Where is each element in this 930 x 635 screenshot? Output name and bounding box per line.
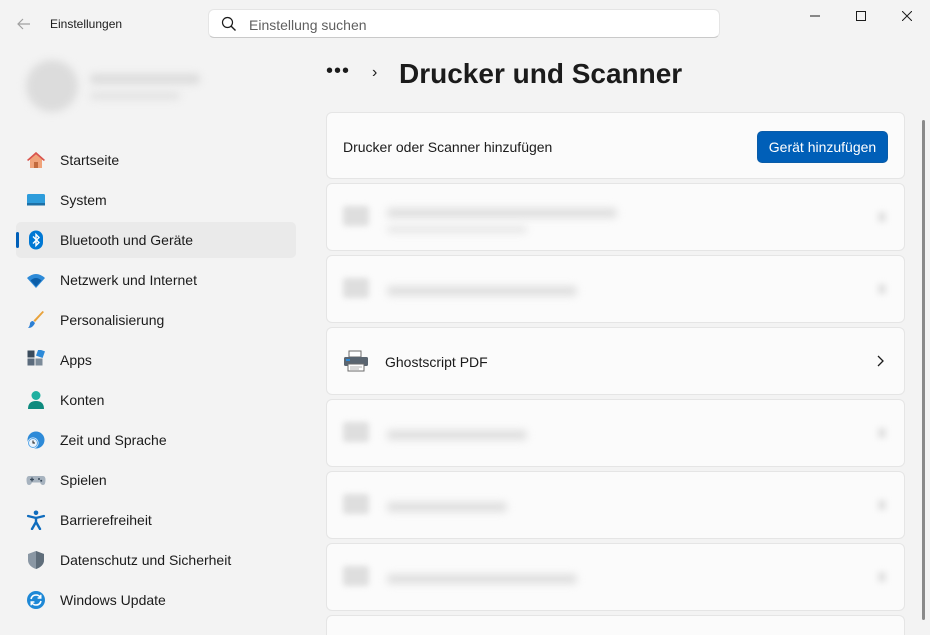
redacted-text	[387, 226, 527, 233]
minimize-icon	[810, 15, 820, 17]
add-device-button[interactable]: Gerät hinzufügen	[757, 131, 888, 163]
sidebar-item-apps[interactable]: Apps	[16, 342, 296, 378]
title-bar: Einstellungen	[0, 0, 930, 48]
home-icon	[27, 152, 45, 168]
sidebar-item-label: Personalisierung	[60, 312, 165, 328]
user-email-redacted	[90, 92, 180, 100]
arrow-left-icon	[17, 18, 30, 30]
printer-icon	[343, 278, 369, 298]
sidebar-item-label: Spielen	[60, 472, 107, 488]
sidebar-item-label: Windows Update	[60, 592, 166, 608]
apps-icon	[27, 350, 45, 366]
back-button[interactable]	[12, 12, 36, 36]
redacted-text	[387, 286, 577, 296]
update-icon	[27, 591, 45, 609]
sidebar-item-label: Zeit und Sprache	[60, 432, 167, 448]
bluetooth-icon	[29, 230, 43, 250]
chevron-right-icon	[878, 572, 886, 582]
redacted-text	[387, 430, 527, 440]
add-device-card: Drucker oder Scanner hinzufügen Gerät hi…	[326, 112, 905, 179]
chevron-right-icon	[878, 212, 886, 222]
search-input[interactable]	[247, 14, 711, 36]
sidebar-item-startseite[interactable]: Startseite	[16, 142, 296, 178]
sidebar-item-label: Apps	[60, 352, 92, 368]
sidebar-item-label: Barrierefreiheit	[60, 512, 152, 528]
device-row-redacted[interactable]	[326, 255, 905, 323]
device-row-redacted[interactable]	[326, 543, 905, 611]
search-icon	[221, 16, 236, 31]
brush-icon	[28, 311, 44, 328]
sidebar-item-label: System	[60, 192, 107, 208]
device-row-redacted[interactable]	[326, 183, 905, 251]
printer-icon	[343, 206, 369, 226]
redacted-text	[387, 574, 577, 584]
sidebar-item-label: Datenschutz und Sicherheit	[60, 552, 232, 568]
clock-globe-icon	[27, 431, 45, 449]
chevron-right-icon	[878, 284, 886, 294]
close-button[interactable]	[884, 0, 930, 32]
sidebar-item-system[interactable]: System	[16, 182, 296, 218]
monitor-icon	[27, 194, 45, 206]
chevron-right-icon	[878, 500, 886, 510]
sidebar-nav: Startseite System Bluetooth und Geräte N…	[16, 142, 296, 622]
add-device-label: Drucker oder Scanner hinzufügen	[343, 139, 553, 155]
search-box[interactable]	[208, 9, 720, 38]
sidebar-item-label: Bluetooth und Geräte	[60, 232, 194, 248]
maximize-button[interactable]	[838, 0, 884, 32]
maximize-icon	[856, 11, 866, 21]
breadcrumb-overflow-button[interactable]: •••	[326, 60, 350, 83]
close-icon	[902, 11, 912, 21]
sidebar-item-barrierefreiheit[interactable]: Barrierefreiheit	[16, 502, 296, 538]
printer-icon	[343, 566, 369, 586]
breadcrumb: ••• › Drucker und Scanner	[326, 56, 906, 96]
user-name-redacted	[90, 74, 200, 84]
device-row-ghostscript-pdf[interactable]: Ghostscript PDF	[326, 327, 905, 395]
avatar	[26, 60, 78, 112]
sidebar-item-konten[interactable]: Konten	[16, 382, 296, 418]
device-row-redacted[interactable]	[326, 615, 905, 635]
accessibility-icon	[26, 510, 46, 530]
user-profile[interactable]	[10, 52, 300, 124]
sidebar-item-windows-update[interactable]: Windows Update	[16, 582, 296, 618]
sidebar-item-personalisierung[interactable]: Personalisierung	[16, 302, 296, 338]
sidebar-item-label: Netzwerk und Internet	[60, 272, 197, 288]
chevron-right-icon	[877, 355, 884, 367]
printer-icon	[343, 494, 369, 514]
printer-icon	[343, 422, 369, 442]
redacted-text	[387, 208, 617, 218]
gamepad-icon	[26, 476, 46, 485]
person-icon	[28, 391, 44, 409]
breadcrumb-separator: ›	[372, 64, 378, 81]
sidebar-item-label: Startseite	[60, 152, 120, 168]
sidebar-item-datenschutz[interactable]: Datenschutz und Sicherheit	[16, 542, 296, 578]
scrollbar[interactable]	[922, 120, 925, 620]
sidebar-item-spielen[interactable]: Spielen	[16, 462, 296, 498]
sidebar-item-label: Konten	[60, 392, 105, 408]
page-title: Drucker und Scanner	[399, 58, 683, 89]
redacted-text	[387, 502, 507, 512]
shield-icon	[28, 551, 44, 569]
device-name: Ghostscript PDF	[385, 354, 488, 370]
device-row-redacted[interactable]	[326, 399, 905, 467]
sidebar-item-netzwerk[interactable]: Netzwerk und Internet	[16, 262, 296, 298]
chevron-right-icon	[878, 428, 886, 438]
app-title: Einstellungen	[50, 17, 123, 31]
printer-icon	[344, 350, 368, 372]
device-row-redacted[interactable]	[326, 471, 905, 539]
sidebar-item-zeit[interactable]: Zeit und Sprache	[16, 422, 296, 458]
wifi-icon	[27, 274, 45, 288]
sidebar-item-bluetooth[interactable]: Bluetooth und Geräte	[16, 222, 296, 258]
minimize-button[interactable]	[792, 0, 838, 32]
